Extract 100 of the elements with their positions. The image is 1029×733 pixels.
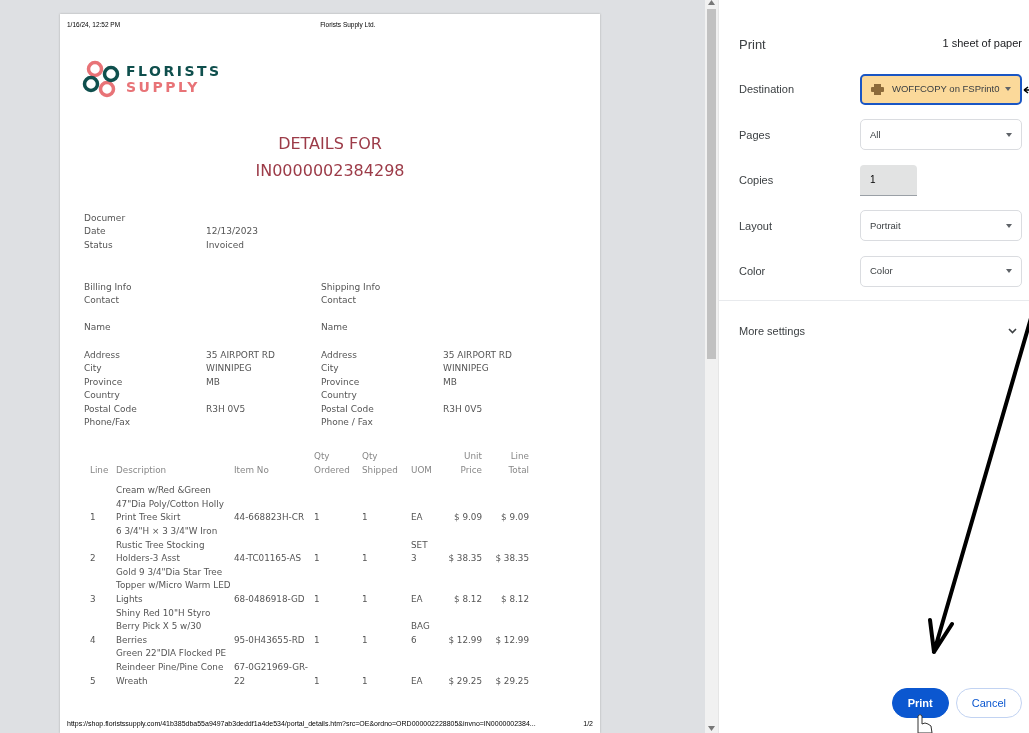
field-label: Phone / Fax <box>321 416 374 430</box>
field-value: 35 AIRPORT RD <box>206 349 276 360</box>
table-cell-text: $ 8.12 <box>500 593 530 606</box>
field-label: Date <box>84 225 107 239</box>
column-header: Description <box>116 450 234 485</box>
field-label: Name <box>84 321 112 335</box>
table-cell: 1 <box>362 565 411 607</box>
table-cell-text: $ 12.99 <box>447 633 483 647</box>
field-label: Country <box>321 389 358 403</box>
column-header: Item No <box>234 450 314 485</box>
table-cell: Gold 9 3/4"Dia Star Tree Topper w/Micro Warm LED Lights <box>116 565 234 607</box>
section-heading: Shipping Info <box>321 281 381 292</box>
table-cell: Shiny Red 10"H Styro Berry Pick X 5 w/30 Berries <box>116 606 234 648</box>
field-label: Postal Code <box>321 402 375 416</box>
field-label: Province <box>84 375 124 389</box>
table-cell: 1 <box>314 565 362 607</box>
field-value: R3H 0V5 <box>206 403 246 414</box>
field-label: Country <box>84 389 121 403</box>
field-label: Contact <box>321 294 357 308</box>
table-cell-text: $ 12.99 <box>494 633 530 647</box>
column-header: Qty Shipped <box>362 450 411 485</box>
scrollbar-thumb[interactable] <box>707 9 716 359</box>
table-cell-text: $ 9.09 <box>453 511 483 525</box>
sheet-count: 1 sheet of paper <box>942 36 1022 51</box>
scroll-down-icon[interactable] <box>708 726 715 731</box>
field-value: WINNIPEG <box>206 363 252 374</box>
table-cell: Green 22"DIA Flocked PE Reindeer Pine/Pine Cone Wreath <box>116 647 234 689</box>
table-cell: 6 3/4"H × 3 3/4"W Iron Rustic Tree Stocking Holders-3 Asst <box>116 525 234 566</box>
logo-text: FLORISTS <box>126 62 222 79</box>
table-cell: 68-0486918-GD <box>234 565 314 607</box>
document-title: IN0000002384298 <box>254 159 406 182</box>
setting-label: Pages <box>739 127 772 143</box>
table-cell: 2 <box>90 525 116 566</box>
field-label: Address <box>84 348 121 362</box>
table-cell: 4 <box>90 606 116 648</box>
table-cell-text: $ 38.35 <box>494 552 530 566</box>
table-cell-text: $ 9.09 <box>500 511 530 525</box>
column-header: Line Total <box>507 450 530 477</box>
field-label: Postal Code <box>84 402 138 416</box>
table-cell-text: $ 38.35 <box>447 552 483 566</box>
setting-label: Destination <box>739 82 796 97</box>
table-cell: 95-0H43655-RD <box>234 606 314 648</box>
field-label: Phone/Fax <box>84 416 132 430</box>
table-cell: 1 <box>314 525 362 566</box>
table-cell-text: EA <box>411 593 424 606</box>
table-cell-text: $ 8.12 <box>453 593 483 606</box>
table-cell: 5 <box>90 647 116 689</box>
field-value: Invoiced <box>206 239 244 250</box>
table-cell: 3 <box>90 565 116 607</box>
table-cell-text: $ 29.25 <box>494 674 530 688</box>
table-cell-text: $ 29.25 <box>447 674 483 688</box>
table-cell: Cream w/Red &Green 47"Dia Poly/Cotton Holly Print Tree Skirt <box>116 484 234 526</box>
table-cell: 44-668823H-CR <box>234 484 314 526</box>
logo-text: SUPPLY <box>126 78 201 95</box>
table-cell: 67-0G21969-GR-22 <box>234 647 314 689</box>
number-field[interactable]: 1 <box>860 164 917 196</box>
panel-title: Print <box>739 36 766 54</box>
setting-label: Layout <box>739 218 774 234</box>
table-cell: 44-TC01165-AS <box>234 525 314 566</box>
field-value: 35 AIRPORT RD <box>443 349 513 360</box>
field-label: Province <box>321 375 361 389</box>
field-label: City <box>84 362 103 376</box>
field-label: Address <box>321 348 358 362</box>
table-cell: 1 <box>362 606 411 648</box>
table-cell: 1 <box>314 606 362 648</box>
table-cell-text: EA <box>411 511 424 525</box>
field-label: Status <box>84 238 114 252</box>
chevron-down-icon[interactable] <box>1008 328 1017 335</box>
table-cell-text: BAG 6 <box>411 620 431 647</box>
dropdown[interactable]: WOFFCOPY on FSPrint0 <box>860 73 1022 105</box>
table-cell: 1 <box>314 484 362 526</box>
field-label: Documer <box>84 211 127 225</box>
table-cell: 1 <box>314 647 362 689</box>
table-cell: 1 <box>362 647 411 689</box>
setting-label: Color <box>739 264 767 279</box>
scroll-up-icon[interactable] <box>708 0 715 5</box>
table-cell-text: SET 3 <box>411 538 429 566</box>
field-value: MB <box>206 376 220 387</box>
document-title: DETAILS FOR <box>277 132 383 155</box>
column-header: Qty Ordered <box>314 450 362 485</box>
column-header: UOM <box>411 463 433 477</box>
dropdown[interactable]: All <box>860 119 1022 151</box>
table-cell-text: EA <box>411 674 424 688</box>
field-label: Contact <box>84 294 120 308</box>
cancel-button[interactable]: Cancel <box>955 688 1022 718</box>
column-header: Unit Price <box>459 450 483 477</box>
dropdown[interactable]: Portrait <box>860 210 1022 242</box>
annotation-arrow <box>1023 86 1029 94</box>
logo-icon <box>82 59 120 98</box>
table-cell: 1 <box>362 484 411 526</box>
field-value: 12/13/2023 <box>206 226 258 237</box>
field-label: Name <box>321 321 349 335</box>
dropdown[interactable]: Color <box>860 255 1022 287</box>
table-cell: 1 <box>362 525 411 566</box>
column-header: Line <box>90 450 116 485</box>
print-button[interactable]: Print <box>891 688 949 718</box>
field-value: MB <box>443 376 457 387</box>
table-cell: 1 <box>90 484 116 526</box>
setting-label: Copies <box>739 173 775 188</box>
more-settings-link[interactable]: More settings <box>739 323 806 340</box>
